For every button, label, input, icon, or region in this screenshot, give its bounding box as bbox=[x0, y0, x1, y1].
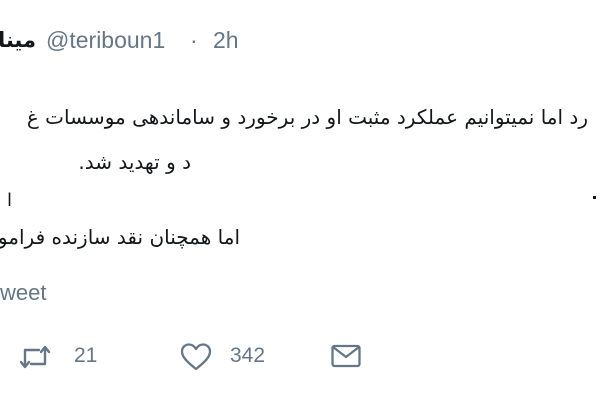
like-button[interactable]: 342 bbox=[180, 338, 290, 378]
retweet-button[interactable]: 21 bbox=[18, 338, 108, 378]
retweet-count: 21 bbox=[74, 344, 98, 367]
text-edge-mark bbox=[593, 196, 596, 199]
tweet-text-line: رد اما نمیتوانیم عملکرد مثبت او در برخور… bbox=[26, 105, 588, 129]
author-handle[interactable]: @teriboun1 bbox=[46, 22, 165, 58]
retweet-icon bbox=[19, 345, 51, 369]
envelope-icon bbox=[331, 344, 361, 368]
retweet-label[interactable]: weet bbox=[0, 280, 46, 306]
direct-message-button[interactable] bbox=[330, 338, 370, 378]
tweet-text-line: اما همچنان نقد سازنده فراموش نمیشود. bbox=[0, 225, 240, 249]
like-count: 342 bbox=[230, 344, 266, 367]
tweet-card: مینا @teriboun1 · 2h رد اما نمیتوانیم عم… bbox=[0, 0, 600, 400]
tweet-timestamp[interactable]: 2h bbox=[213, 22, 239, 58]
author-separator: · bbox=[190, 27, 198, 53]
author-name[interactable]: مینا bbox=[0, 22, 36, 58]
heart-icon bbox=[180, 343, 212, 371]
tweet-text-line: ا bbox=[6, 190, 12, 211]
tweet-actions: 21 342 bbox=[0, 338, 600, 378]
tweet-text-line: د و تهدید شد. bbox=[78, 150, 191, 174]
